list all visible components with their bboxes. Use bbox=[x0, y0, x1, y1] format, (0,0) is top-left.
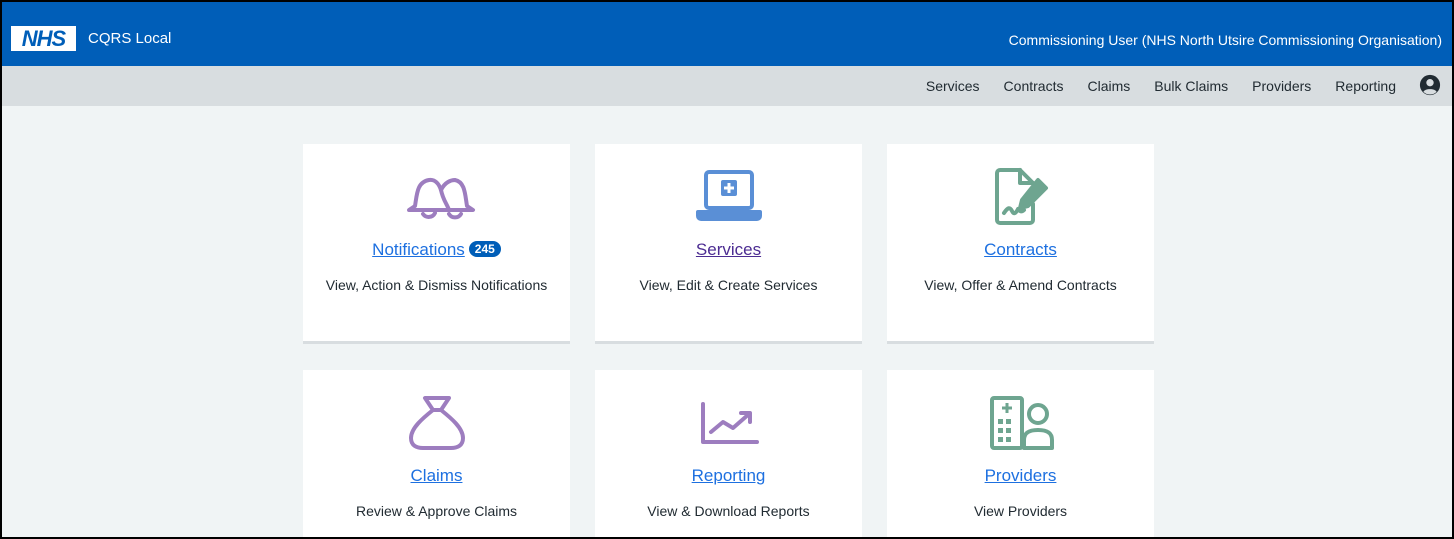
providers-card[interactable]: Providers View Providers bbox=[887, 370, 1154, 539]
nav-bar: Services Contracts Claims Bulk Claims Pr… bbox=[0, 66, 1454, 106]
header-bar: NHS CQRS Local Commissioning User (NHS N… bbox=[0, 0, 1454, 66]
app-name[interactable]: CQRS Local bbox=[88, 30, 171, 47]
laptop-plus-icon bbox=[695, 170, 762, 221]
money-bag-icon bbox=[408, 396, 465, 450]
notifications-card[interactable]: Notifications 245 View, Action & Dismiss … bbox=[303, 144, 570, 344]
services-title[interactable]: Services bbox=[595, 240, 862, 260]
chart-trend-icon bbox=[700, 402, 759, 444]
reporting-title[interactable]: Reporting bbox=[595, 466, 862, 486]
claims-card[interactable]: Claims Review & Approve Claims bbox=[303, 370, 570, 539]
services-card[interactable]: Services View, Edit & Create Services bbox=[595, 144, 862, 344]
providers-description: View Providers bbox=[973, 503, 1068, 519]
nav-reporting[interactable]: Reporting bbox=[1335, 78, 1396, 94]
services-description: View, Edit & Create Services bbox=[639, 277, 818, 293]
nav-providers[interactable]: Providers bbox=[1252, 78, 1311, 94]
account-circle-icon[interactable] bbox=[1419, 74, 1441, 96]
bell-icon bbox=[406, 177, 475, 220]
nhs-logo[interactable]: NHS bbox=[11, 26, 76, 51]
contracts-title[interactable]: Contracts bbox=[887, 240, 1154, 260]
nav-contracts[interactable]: Contracts bbox=[1004, 78, 1064, 94]
hospital-person-icon bbox=[989, 396, 1054, 450]
contract-sign-icon bbox=[994, 168, 1048, 225]
contracts-description: View, Offer & Amend Contracts bbox=[924, 277, 1117, 293]
user-info: Commissioning User (NHS North Utsire Com… bbox=[1008, 32, 1442, 48]
contracts-card[interactable]: Contracts View, Offer & Amend Contracts bbox=[887, 144, 1154, 344]
claims-title[interactable]: Claims bbox=[303, 466, 570, 486]
nav-links: Services Contracts Claims Bulk Claims Pr… bbox=[902, 78, 1396, 94]
nav-services[interactable]: Services bbox=[926, 78, 980, 94]
claims-description: Review & Approve Claims bbox=[355, 503, 518, 519]
nav-bulk-claims[interactable]: Bulk Claims bbox=[1154, 78, 1228, 94]
reporting-card[interactable]: Reporting View & Download Reports bbox=[595, 370, 862, 539]
notifications-title[interactable]: Notifications bbox=[372, 240, 465, 259]
notifications-link[interactable]: Notifications 245 bbox=[303, 240, 570, 260]
nav-claims[interactable]: Claims bbox=[1087, 78, 1130, 94]
providers-title[interactable]: Providers bbox=[887, 466, 1154, 486]
notifications-description: View, Action & Dismiss Notifications bbox=[325, 277, 548, 293]
reporting-description: View & Download Reports bbox=[647, 503, 810, 519]
notification-count-badge: 245 bbox=[468, 241, 501, 257]
